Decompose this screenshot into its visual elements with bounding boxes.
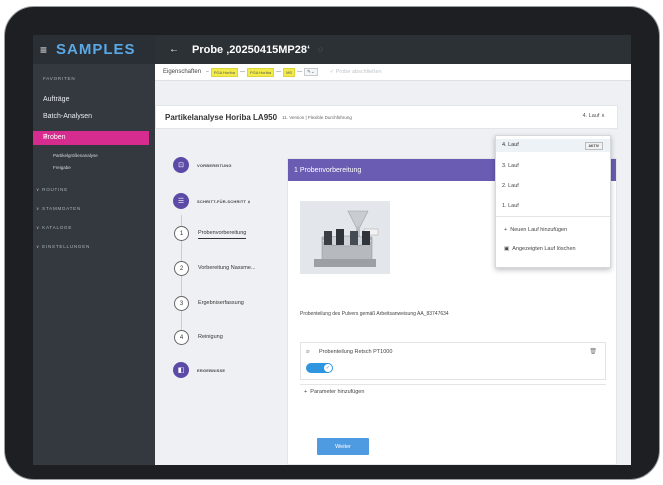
finish-label: Probe abschließen [335, 69, 382, 75]
tab-bar: Eigenschaften – PGA Horiba — PGA Horiba … [155, 64, 631, 81]
sidebar-subitem-freigabe[interactable]: Freigabe [53, 165, 71, 170]
trash-icon: ▣ [504, 246, 510, 252]
step-vorbereitung[interactable]: VORBEREITUNG [197, 163, 232, 168]
sidebar-group-kataloge[interactable]: ∨ KATALOGE [36, 225, 72, 231]
step-schritt-label: SCHRITT-FÜR-SCHRITT [197, 199, 247, 204]
step-ergebniserfassung[interactable]: Ergebniserfassung [198, 300, 244, 306]
back-arrow-icon[interactable]: ← [169, 44, 179, 55]
finish-sample-link[interactable]: ✓ Probe abschließen [330, 69, 382, 75]
active-badge: AKTIV [584, 142, 603, 150]
step-number[interactable]: 3 [174, 296, 189, 311]
favorites-heading: FAVORITEN [43, 76, 76, 81]
group-label: KATALOGE [42, 225, 73, 230]
dropdown-run-1[interactable]: 1. Lauf [502, 203, 519, 209]
tab-eigenschaften[interactable]: Eigenschaften [163, 69, 201, 75]
step-schritt-fuer-schritt[interactable]: SCHRITT-FÜR-SCHRITT ∧ [197, 199, 251, 204]
sidebar-item-proben[interactable]: Proben ⇩ [33, 131, 149, 145]
run-select-value: 4. Lauf [582, 113, 600, 119]
step-caption: Probenteilung des Pulvers gemäß Arbeitsa… [300, 311, 449, 317]
tablet-frame: ≡ SAMPLES FAVORITEN Aufträge Batch-Analy… [4, 6, 660, 480]
sidebar: ≡ SAMPLES FAVORITEN Aufträge Batch-Analy… [33, 35, 155, 465]
dropdown-run-2[interactable]: 2. Lauf [502, 183, 519, 189]
step-probenvorbereitung[interactable]: Probenvorbereitung [198, 230, 247, 239]
group-label: ROUTINE [42, 187, 69, 192]
step-vorbereitung-nassmessung[interactable]: Vorbereitung Nassme... [198, 265, 255, 271]
step-number[interactable]: 4 [174, 330, 189, 345]
page-title: Probe ‚20250415MP28‘ [192, 43, 311, 56]
delete-run-label: Angezeigten Lauf löschen [512, 246, 576, 252]
chevron-down-icon: ⇩ [43, 134, 49, 141]
edit-icon[interactable]: ◌ [318, 45, 323, 54]
tab-chip-pga-horiba-2[interactable]: PGA Horiba [246, 67, 275, 77]
add-parameter-button[interactable]: + Parameter hinzufügen [304, 389, 364, 395]
dropdown-run-3[interactable]: 3. Lauf [502, 163, 519, 169]
device-photo [300, 201, 390, 274]
sidebar-subitem-partikel[interactable]: Partikelgrößenanalyse [53, 153, 98, 158]
sidebar-group-stammdaten[interactable]: ∨ STAMMDATEN [36, 206, 81, 212]
add-parameter-label: Parameter hinzufügen [310, 389, 365, 395]
add-run-label: Neuen Lauf hinzufügen [510, 227, 568, 233]
tab-chip-ms[interactable]: MS [283, 67, 296, 77]
dash-separator: — [297, 69, 303, 75]
step-number[interactable]: 2 [174, 261, 189, 276]
device-card: ⌀ Probenteilung Retsch PT1000 🗑 ✓ [300, 342, 606, 380]
delete-run-button[interactable]: ▣ Angezeigten Lauf löschen [504, 246, 576, 252]
analysis-title: Partikelanalyse Horiba LA950 [165, 112, 278, 122]
dash-separator: — [276, 69, 282, 75]
trash-icon[interactable]: 🗑 [589, 348, 597, 355]
list-icon[interactable]: ☰ [173, 193, 189, 209]
top-bar: ← Probe ‚20250415MP28‘ ◌ [155, 35, 631, 64]
dropdown-run-4[interactable]: 4. Lauf [502, 142, 519, 148]
add-run-button[interactable]: + Neuen Lauf hinzufügen [504, 227, 567, 233]
paperclip-icon: ⌀ [306, 349, 310, 355]
chevron-up-icon: ∧ [600, 113, 605, 119]
results-icon[interactable]: ◧ [173, 362, 189, 378]
check-icon: ✓ [324, 364, 332, 372]
sidebar-group-routine[interactable]: ∨ ROUTINE [36, 187, 68, 193]
device-name: Probenteilung Retsch PT1000 [319, 349, 393, 355]
sidebar-item-auftraege[interactable]: Aufträge [43, 96, 69, 103]
analysis-version: 11. Version | Flexible Durchführung [282, 114, 352, 120]
divider [300, 384, 606, 385]
menu-icon[interactable]: ≡ [40, 43, 47, 57]
sidebar-item-batch-analysen[interactable]: Batch-Analysen [43, 113, 92, 120]
dropdown-separator [496, 216, 610, 217]
step-reinigung[interactable]: Reinigung [198, 334, 223, 340]
plus-icon: + [504, 227, 508, 233]
dash-separator: – [206, 69, 209, 75]
app-screen: ≡ SAMPLES FAVORITEN Aufträge Batch-Analy… [33, 35, 631, 465]
device-photo-illustration [300, 201, 390, 274]
group-label: STAMMDATEN [42, 206, 81, 211]
group-label: EINSTELLUNGEN [42, 244, 91, 249]
app-logo: SAMPLES [56, 41, 136, 58]
step-number[interactable]: 1 [174, 226, 189, 241]
sidebar-group-einstellungen[interactable]: ∨ EINSTELLUNGEN [36, 244, 90, 250]
step-ergebnisse[interactable]: ERGEBNISSE [197, 368, 225, 373]
next-button[interactable]: Weiter [317, 438, 369, 455]
run-dropdown: 4. Lauf AKTIV 3. Lauf 2. Lauf 1. Lauf + … [495, 135, 611, 268]
pencil-icon[interactable]: ✎⌄ [304, 68, 318, 76]
sidebar-header: ≡ SAMPLES [33, 35, 155, 64]
analysis-header: Partikelanalyse Horiba LA950 11. Version… [155, 105, 618, 129]
tab-chip-pga-horiba-1[interactable]: PGA Horiba [210, 67, 238, 77]
briefcase-icon[interactable]: ⊡ [173, 157, 189, 173]
dash-separator: — [239, 69, 245, 75]
device-toggle[interactable]: ✓ [306, 363, 333, 373]
run-select[interactable]: 4. Lauf ∧ [583, 113, 605, 119]
